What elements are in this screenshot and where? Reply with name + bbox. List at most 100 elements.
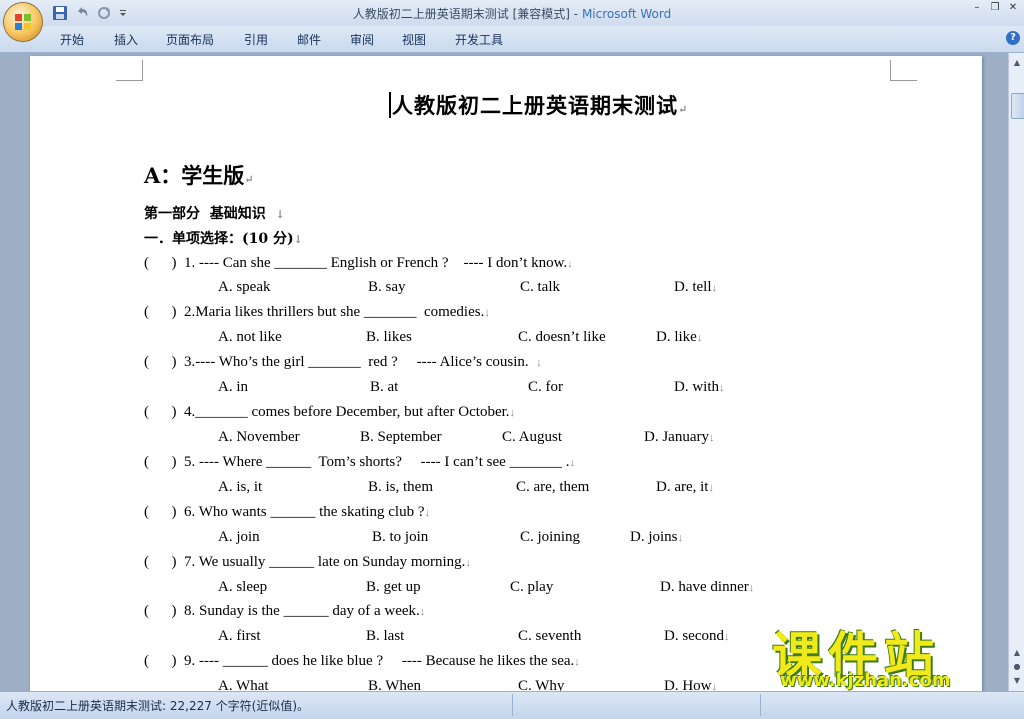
option-d: D. are, it↓ — [656, 479, 714, 496]
option-d-text: D. are, it — [656, 479, 709, 495]
option-d-text: D. like — [656, 329, 697, 345]
option-d-text: D. have dinner — [660, 579, 749, 595]
minimize-icon[interactable]: – — [970, 2, 984, 14]
office-button[interactable] — [4, 3, 42, 41]
option-d-text: D. How — [664, 678, 712, 691]
status-divider — [760, 694, 761, 716]
title-separator: - — [569, 7, 582, 21]
help-icon[interactable]: ? — [1006, 31, 1020, 45]
line-break-mark: ↓ — [509, 407, 516, 419]
line-break-mark: ↓ — [719, 382, 725, 394]
document-page[interactable]: 人教版初二上册英语期末测试↵ A：学生版↵ 第一部分 基础知识 ↓ 一．单项选择… — [30, 56, 982, 691]
question-stem-text: ( ) 2.Maria likes thrillers but she ____… — [144, 304, 485, 320]
option-b: B. When — [368, 678, 422, 691]
document-name: 人教版初二上册英语期末测试 [兼容模式] — [352, 7, 570, 21]
option-b: B. to join — [372, 529, 429, 545]
tab-references[interactable]: 引用 — [244, 31, 268, 48]
question-stem: ( ) 8. Sunday is the ______ day of a wee… — [144, 603, 425, 620]
line-break-mark: ↓ — [748, 582, 755, 594]
question-stem: ( ) 6. Who wants ______ the skating club… — [144, 504, 430, 521]
option-b: B. last — [366, 628, 405, 644]
question-stem-text: ( ) 3.---- Who’s the girl _______ red ? … — [144, 354, 537, 370]
option-c: C. August — [502, 429, 563, 445]
option-c: C. Why — [518, 678, 565, 691]
tab-review[interactable]: 审阅 — [350, 31, 374, 48]
tab-view[interactable]: 视图 — [402, 31, 426, 48]
vertical-scrollbar[interactable]: ▲ ▲ ● ▼ — [1008, 53, 1024, 691]
line-break-mark: ↓ — [536, 357, 542, 369]
line-break-mark: ↓ — [677, 532, 684, 544]
question-stem-text: ( ) 9. ---- ______ does he like blue ? -… — [144, 653, 575, 669]
line-break-mark: ↓ — [465, 557, 471, 569]
option-c: C. play — [510, 579, 554, 595]
option-a: A. is, it — [218, 479, 263, 495]
question-stem-text: ( ) 7. We usually ______ late on Sunday … — [144, 554, 466, 570]
previous-page-icon[interactable]: ▲ — [1011, 647, 1023, 659]
tab-mailings[interactable]: 邮件 — [297, 31, 321, 48]
section-heading-text: A：学生版 — [144, 163, 245, 188]
subsection-heading: 一．单项选择：(10 分)↓ — [144, 228, 303, 248]
option-d: D. have dinner↓ — [660, 579, 754, 596]
site-watermark: 课件站 www.kjzhan.com — [772, 616, 1008, 696]
option-a: A. sleep — [218, 579, 268, 595]
next-page-icon[interactable]: ▼ — [1011, 675, 1023, 687]
option-d: D. with↓ — [674, 379, 725, 396]
option-a: A. November — [218, 429, 300, 445]
office-button-icon — [15, 14, 31, 30]
tab-page-layout[interactable]: 页面布局 — [166, 31, 214, 48]
line-break-mark: ↓ — [569, 457, 576, 469]
option-d: D. joins↓ — [630, 529, 683, 546]
scrollbar-thumb[interactable] — [1011, 93, 1024, 119]
option-c: C. joining — [520, 529, 581, 545]
question-stem-text: ( ) 6. Who wants ______ the skating club… — [144, 504, 425, 520]
line-break-mark: ↓ — [424, 507, 431, 519]
line-break-mark: ↓ — [484, 307, 490, 319]
close-icon[interactable]: ✕ — [1006, 2, 1020, 14]
option-c: C. are, them — [516, 479, 590, 495]
question-stem: ( ) 3.---- Who’s the girl _______ red ? … — [144, 354, 542, 371]
tab-insert[interactable]: 插入 — [114, 31, 138, 48]
document-title: 人教版初二上册英语期末测试↵ — [392, 90, 688, 120]
question-stem-text: ( ) 1. ---- Can she _______ English or F… — [144, 255, 568, 271]
question-stem: ( ) 7. We usually ______ late on Sunday … — [144, 554, 471, 571]
section-heading: A：学生版↵ — [144, 160, 254, 190]
line-break-mark: ↓ — [724, 631, 730, 643]
question-stem: ( ) 2.Maria likes thrillers but she ____… — [144, 304, 490, 321]
question-stem: ( ) 5. ---- Where ______ Tom’s shorts? -… — [144, 454, 575, 471]
status-text: 人教版初二上册英语期末测试: 22,227 个字符(近似值)。 — [6, 699, 310, 713]
line-break-mark: ↓ — [419, 606, 426, 618]
window-controls: – ❐ ✕ — [970, 2, 1020, 14]
ribbon-tabs: 开始 插入 页面布局 引用 邮件 审阅 视图 开发工具 ? — [0, 26, 1024, 53]
scroll-up-icon[interactable]: ▲ — [1011, 57, 1023, 69]
paragraph-mark: ↵ — [244, 173, 254, 186]
tab-home[interactable]: 开始 — [60, 31, 84, 48]
restore-icon[interactable]: ❐ — [988, 2, 1002, 14]
option-b: B. get up — [366, 579, 421, 595]
text-cursor — [389, 92, 391, 118]
option-a: A. in — [218, 379, 248, 395]
line-break-mark: ↓ — [574, 656, 580, 668]
question-stem-text: ( ) 8. Sunday is the ______ day of a wee… — [144, 603, 420, 619]
option-c: C. talk — [520, 279, 560, 295]
option-b: B. say — [368, 279, 406, 295]
line-break-mark: ↓ — [275, 208, 285, 221]
line-break-mark: ↓ — [708, 482, 714, 494]
document-title-text: 人教版初二上册英语期末测试 — [392, 93, 678, 118]
tab-developer[interactable]: 开发工具 — [455, 31, 503, 48]
line-break-mark: ↓ — [567, 258, 573, 270]
option-a: A. What — [218, 678, 269, 691]
question-stem: ( ) 4._______ comes before December, but… — [144, 404, 515, 421]
crop-mark-left — [116, 60, 143, 81]
option-c: C. seventh — [518, 628, 582, 644]
question-stem: ( ) 1. ---- Can she _______ English or F… — [144, 255, 573, 272]
option-d-text: D. second — [664, 628, 724, 644]
title-bar: 人教版初二上册英语期末测试 [兼容模式] - Microsoft Word – … — [0, 0, 1024, 26]
select-browse-object-icon[interactable]: ● — [1011, 661, 1023, 673]
option-b: B. at — [370, 379, 399, 395]
question-stem-text: ( ) 5. ---- Where ______ Tom’s shorts? -… — [144, 454, 570, 470]
line-break-mark: ↓ — [711, 681, 718, 691]
option-c: C. for — [528, 379, 563, 395]
option-d-text: D. January — [644, 429, 709, 445]
document-area: 人教版初二上册英语期末测试↵ A：学生版↵ 第一部分 基础知识 ↓ 一．单项选择… — [0, 53, 1008, 691]
option-b: B. is, them — [368, 479, 434, 495]
